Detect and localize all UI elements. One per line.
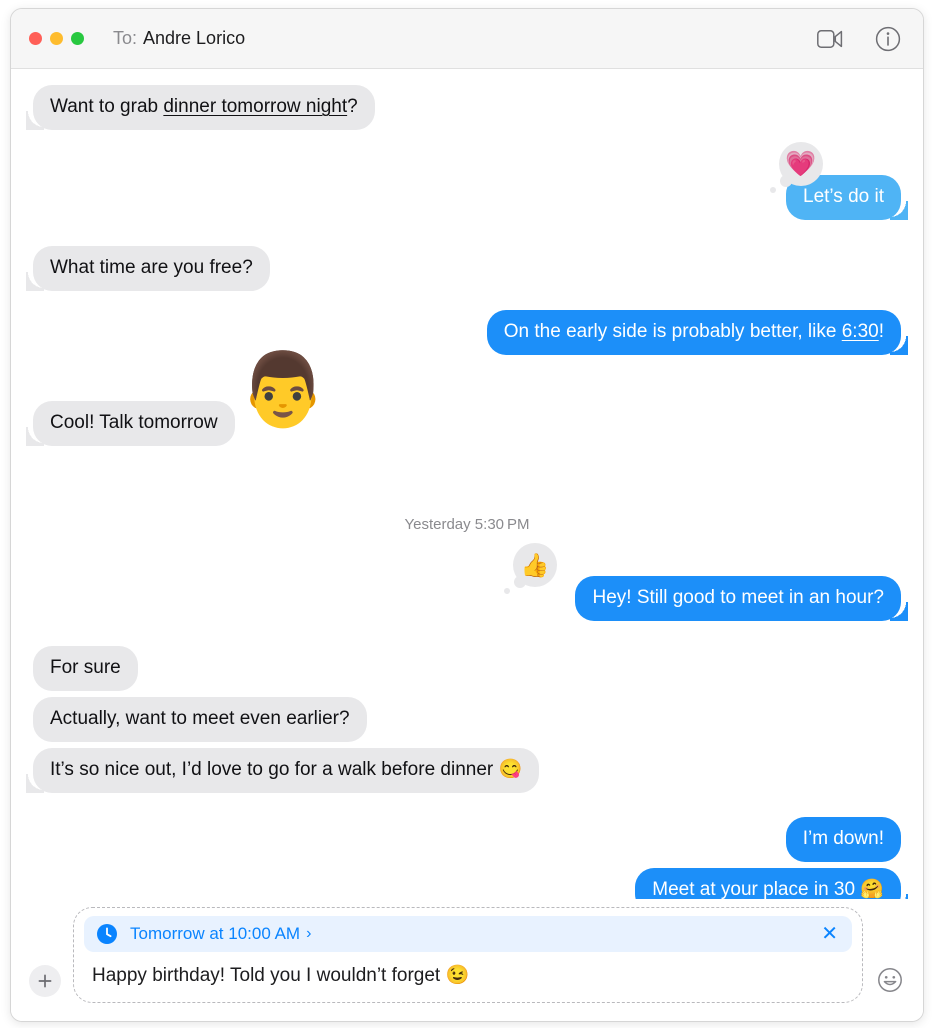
traffic-lights	[29, 32, 84, 45]
data-detector-link[interactable]: 6:30	[842, 321, 879, 342]
add-attachment-button[interactable]	[29, 965, 61, 997]
close-icon[interactable]: ✕	[819, 924, 840, 944]
video-camera-icon	[817, 29, 843, 48]
message-row: For sure	[33, 646, 901, 691]
messages-window: To: Andre Lorico Want to grab dinner tom…	[10, 8, 924, 1022]
plus-icon	[38, 974, 52, 988]
message-text: Want to grab	[50, 96, 164, 117]
facetime-button[interactable]	[815, 24, 845, 54]
recipient-name: Andre Lorico	[143, 28, 246, 48]
conversation-timestamp: Yesterday 5:30 PM	[404, 516, 530, 533]
titlebar-actions	[815, 24, 903, 54]
message-row: On the early side is probably better, li…	[33, 310, 910, 355]
message-row: It’s so nice out, I’d love to go for a w…	[25, 748, 901, 793]
message-bubble-incoming[interactable]: What time are you free?	[26, 246, 270, 291]
message-bubble-incoming[interactable]: For sure	[33, 646, 138, 691]
emoji-picker-button[interactable]	[875, 965, 905, 995]
message-bubble-outgoing[interactable]: Meet at your place in 30 🤗	[635, 868, 908, 899]
message-row: 👍 Hey! Still good to meet in an hour?	[33, 543, 908, 621]
message-row: Meet at your place in 30 🤗	[33, 868, 910, 899]
message-row: Actually, want to meet even earlier?	[33, 697, 901, 742]
scheduled-send-label-wrap: Tomorrow at 10:00 AM ›	[130, 924, 807, 944]
scheduled-send-label: Tomorrow at 10:00 AM	[130, 924, 301, 943]
message-bubble-outgoing[interactable]: On the early side is probably better, li…	[486, 310, 909, 355]
message-bubble-incoming[interactable]: It’s so nice out, I’d love to go for a w…	[25, 748, 540, 793]
window-titlebar: To: Andre Lorico	[11, 9, 923, 69]
chevron-right-icon[interactable]: ›	[306, 925, 311, 943]
compose-bar: Tomorrow at 10:00 AM › ✕ Happy birthday!…	[11, 899, 923, 1021]
message-bubble-incoming[interactable]: Want to grab dinner tomorrow night?	[26, 85, 375, 130]
recipient-field[interactable]: To: Andre Lorico	[113, 28, 245, 49]
message-compose-field[interactable]: Tomorrow at 10:00 AM › ✕ Happy birthday!…	[73, 907, 863, 1003]
compose-text-input[interactable]: Happy birthday! Told you I wouldn’t forg…	[84, 952, 852, 994]
thumbs-up-emoji: 👍	[520, 552, 550, 579]
message-row: I’m down!	[33, 817, 910, 862]
scheduled-send-chip[interactable]: Tomorrow at 10:00 AM › ✕	[84, 916, 852, 952]
message-bubble-outgoing[interactable]: I’m down!	[785, 817, 901, 862]
minimize-window-button[interactable]	[50, 32, 63, 45]
close-window-button[interactable]	[29, 32, 42, 45]
clock-icon	[97, 924, 117, 944]
memoji-thumbs-up-sticker[interactable]: 👨	[238, 353, 328, 425]
details-button[interactable]	[873, 24, 903, 54]
heart-tapback[interactable]: 💗	[770, 142, 823, 193]
smiley-face-icon	[878, 968, 902, 992]
data-detector-link[interactable]: dinner tomorrow night	[163, 96, 347, 117]
message-row: 💗 Let’s do it	[33, 142, 923, 220]
heart-emoji: 💗	[785, 149, 817, 178]
message-transcript[interactable]: Want to grab dinner tomorrow night? 💗 Le…	[11, 69, 923, 899]
message-bubble-incoming[interactable]: Cool! Talk tomorrow	[26, 401, 235, 446]
message-text-tail: ?	[347, 96, 358, 117]
maximize-window-button[interactable]	[71, 32, 84, 45]
to-label: To:	[113, 28, 138, 48]
info-circle-icon	[875, 26, 901, 51]
message-bubble-incoming[interactable]: Actually, want to meet even earlier?	[33, 697, 367, 742]
message-row: Cool! Talk tomorrow 👨	[26, 353, 901, 446]
thumbs-up-tapback[interactable]: 👍	[504, 543, 557, 594]
message-text-tail: !	[878, 321, 884, 342]
message-row: Want to grab dinner tomorrow night?	[26, 85, 901, 130]
message-row: What time are you free?	[26, 246, 901, 291]
message-text: On the early side is probably better, li…	[503, 321, 842, 342]
message-bubble-outgoing[interactable]: Hey! Still good to meet in an hour?	[575, 576, 908, 621]
